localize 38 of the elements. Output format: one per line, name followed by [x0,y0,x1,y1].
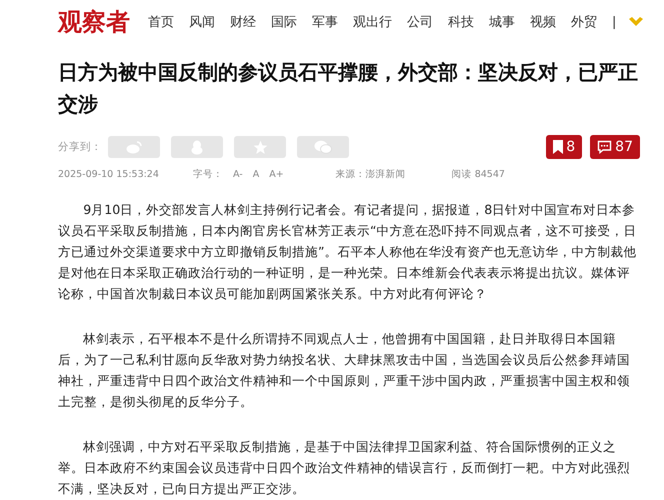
nav-link[interactable]: 国际 [271,13,297,31]
nav-link[interactable]: 财经 [230,13,256,31]
nav-link[interactable]: 外贸 [571,13,597,31]
share-button[interactable] [108,136,160,158]
chevron-icon[interactable] [628,16,644,28]
share-label: 分享到： [58,140,102,154]
nav-link[interactable]: 首页 [148,13,174,31]
nav-link[interactable]: 公司 [407,13,433,31]
nav-link[interactable]: 城事 [489,13,515,31]
article-title: 日方为被中国反制的参议员石平撑腰，外交部：坚决反对，已严正交涉 [58,59,639,118]
nav-link[interactable]: 视频 [530,13,556,31]
article-paragraph: 林剑表示，石平根本不是什么所谓持不同观点人士，他曾拥有中国国籍，赴日并取得日本国籍后，为了一己私利甘愿向反华敌对势力纳投名状、大肆抹黑攻击中国，当选国会议员后公然参拜靖国神社，严重违背中日四个政治文件精神和一个中国原则，严重干涉中国内政，严重损害中国主权和领土完整，是彻头彻尾的反华分子。 [58,330,631,411]
share-button[interactable] [234,136,286,158]
penguin-icon [191,140,203,154]
nav-separator: | [612,14,616,30]
site-logo[interactable]: 观察者 [58,6,130,38]
publish-date: 2025-09-10 15:53:24 [58,169,160,180]
share-button[interactable] [297,136,349,158]
comment-button[interactable]: 87 [590,135,640,159]
wechat-icon [314,140,332,154]
nav-link[interactable]: 军事 [312,13,338,31]
font-size-option[interactable]: A+ [269,169,284,180]
article-paragraph: 林剑强调，中方对石平采取反制措施，是基于中国法律捍卫国家利益、符合国际惯例的正义之举。日本政府不约束国会议员违背中日四个政治文件精神的错误言行，反而倒打一耙。中方对此强烈不满，坚决反对，已向日方提出严正交涉。 [58,438,631,498]
font-size-option[interactable]: A [252,169,260,180]
bookmark-icon [553,140,564,154]
article-paragraph: 9月10日，外交部发言人林剑主持例行记者会。有记者提问，据报道，8日针对中国宣布对日本参议员石平采取反制措施，日本内阁官房长官林芳正表示“中方意在恐吓持不同观点者，这不可接受，日方已通过外交渠道要求中方立即撤销反制措施”。石平本人称他在华没有资产也无意访华，中方制裁他是对他在日本采取正确政治行动的一种证明，是一种光荣。日本维新会代表表示将提出抗议。媒体评论称，中国首次制裁日本议员可能加剧两国紧张关系。中方对此有何评论？ [58,201,638,303]
nav-link[interactable]: 观出行 [353,13,392,31]
source-text: 来源：澎湃新闻 [336,168,406,181]
nav-link[interactable]: 风闻 [189,13,215,31]
nav-link[interactable]: 科技 [448,13,474,31]
comment-icon [597,140,612,154]
bookmark-button[interactable]: 8 [546,135,582,159]
weibo-icon [126,140,142,154]
font-size-option[interactable]: A- [233,169,243,180]
font-size-label: 字号： [193,168,223,181]
read-count: 阅读 84547 [452,168,505,181]
share-button[interactable] [171,136,223,158]
star-icon [252,140,268,154]
